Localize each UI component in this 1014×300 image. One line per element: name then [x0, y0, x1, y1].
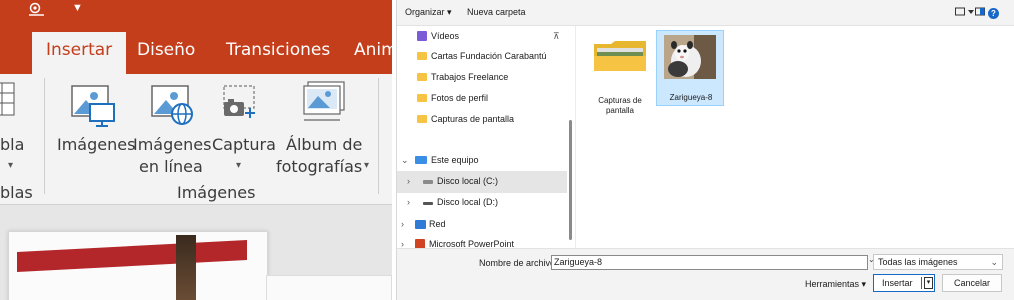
- table-button-label[interactable]: bla: [0, 134, 24, 156]
- nav-item-trabajos[interactable]: Trabajos Freelance: [397, 67, 567, 89]
- nav-item-capturas[interactable]: Capturas de pantalla: [397, 109, 567, 131]
- network-icon: [415, 220, 426, 229]
- nav-item-videos[interactable]: Vídeos ⊼: [397, 26, 567, 48]
- split-divider: [921, 277, 922, 289]
- insert-picture-dialog: Organizar ▾ Nueva carpeta ? Vídeos ⊼ Car…: [396, 0, 1014, 300]
- folder-icon: [417, 52, 427, 60]
- nav-item-label: Este equipo: [431, 155, 479, 165]
- quick-access-caret-icon[interactable]: ▼: [72, 2, 83, 14]
- tab-animaciones[interactable]: Anim: [354, 40, 392, 60]
- file-type-value: Todas las imágenes: [878, 257, 958, 267]
- tab-transiciones[interactable]: Transiciones: [226, 40, 330, 60]
- help-icon[interactable]: ?: [988, 8, 999, 19]
- online-pictures-label-line2[interactable]: en línea: [139, 156, 203, 178]
- photo-album-label-line2[interactable]: fotografías: [276, 156, 362, 178]
- group-divider: [44, 78, 45, 194]
- folder-icon: [417, 73, 427, 81]
- nav-item-este-equipo[interactable]: ⌄ Este equipo: [397, 150, 567, 172]
- file-name-input[interactable]: Zarigueya-8: [551, 255, 868, 270]
- nav-item-label: Capturas de pantalla: [431, 114, 515, 124]
- file-view: Capturas de pantalla Zarigueya-8: [575, 26, 1014, 248]
- table-caret-icon[interactable]: ▾: [8, 160, 13, 171]
- nav-item-label: Microsoft PowerPoint: [429, 239, 515, 248]
- nav-item-label: Disco local (C:): [437, 176, 499, 186]
- photo-album-caret-icon[interactable]: ▾: [364, 160, 369, 171]
- folder-icon: [593, 40, 647, 77]
- new-folder-button[interactable]: Nueva carpeta: [467, 7, 526, 17]
- preview-pane-icon[interactable]: [975, 7, 985, 20]
- screenshot-caret-icon[interactable]: ▾: [236, 160, 241, 171]
- pin-icon: ⊼: [553, 31, 560, 41]
- tools-button[interactable]: Herramientas ▾: [805, 279, 866, 290]
- chevron-right-icon[interactable]: ›: [401, 239, 404, 248]
- tables-group-label: blas: [0, 183, 33, 202]
- powerpoint-window: ▼ Insertar Diseño Transiciones Anim bla …: [0, 0, 392, 300]
- dialog-footer: Nombre de archivo: Zarigueya-8 ⌄ Todas l…: [397, 248, 1014, 300]
- videos-icon: [417, 31, 427, 41]
- file-name-label: Nombre de archivo:: [479, 258, 558, 268]
- nav-item-label: Disco local (D:): [437, 197, 499, 207]
- organize-button[interactable]: Organizar ▾: [405, 7, 452, 18]
- drive-c-icon: [423, 180, 433, 184]
- table-icon[interactable]: [0, 82, 16, 123]
- insert-button[interactable]: Insertar ▾: [873, 274, 935, 292]
- nav-item-disco-c[interactable]: › Disco local (C:): [397, 171, 567, 193]
- photo-album-label-line1[interactable]: Álbum de: [286, 134, 362, 156]
- nav-item-fotos[interactable]: Fotos de perfil: [397, 88, 567, 110]
- chevron-down-icon[interactable]: ⌄: [401, 155, 409, 166]
- drive-d-icon: [423, 202, 433, 205]
- screenshot-icon[interactable]: [220, 84, 262, 129]
- possum-thumbnail: [664, 35, 716, 84]
- file-type-select[interactable]: Todas las imágenes ⌄: [873, 254, 1003, 270]
- insert-options-caret-icon[interactable]: ▾: [924, 277, 933, 289]
- view-options-icon[interactable]: [955, 7, 975, 20]
- powerpoint-icon: [415, 239, 425, 248]
- file-name: Capturas de pantalla: [598, 96, 642, 115]
- nav-item-powerpoint[interactable]: › Microsoft PowerPoint: [397, 234, 567, 248]
- dialog-toolbar: Organizar ▾ Nueva carpeta ?: [397, 0, 1014, 26]
- chevron-right-icon[interactable]: ›: [401, 219, 404, 229]
- insert-button-label: Insertar: [882, 278, 913, 288]
- nav-item-label: Red: [429, 219, 446, 229]
- group-divider: [378, 78, 379, 194]
- chevron-right-icon[interactable]: ›: [407, 197, 410, 207]
- file-tile-capturas[interactable]: Capturas de pantalla: [586, 30, 654, 115]
- images-group-label: Imágenes: [177, 183, 256, 202]
- scrollbar-thumb[interactable]: [569, 120, 572, 240]
- slide-photo: [176, 235, 196, 300]
- photo-album-icon[interactable]: [300, 80, 348, 131]
- picture-monitor-icon[interactable]: [70, 80, 118, 133]
- nav-item-cartas[interactable]: Cartas Fundación Carabantú: [397, 46, 567, 68]
- this-pc-icon: [415, 156, 427, 164]
- present-from-camera-icon[interactable]: [28, 2, 46, 19]
- nav-item-label: Cartas Fundación Carabantú: [431, 51, 547, 61]
- tab-diseno[interactable]: Diseño: [137, 40, 195, 60]
- file-tile-zarigueya[interactable]: Zarigueya-8: [656, 30, 724, 106]
- nav-item-label: Vídeos: [431, 31, 460, 41]
- slide-thumbnail[interactable]: [8, 231, 268, 300]
- nav-item-label: Trabajos Freelance: [431, 72, 509, 82]
- pictures-button-label[interactable]: Imágenes: [57, 134, 135, 156]
- online-pictures-label-line1[interactable]: Imágenes: [133, 134, 211, 156]
- folder-icon: [417, 115, 427, 123]
- online-pictures-icon[interactable]: [150, 80, 198, 133]
- nav-item-red[interactable]: › Red: [397, 214, 567, 236]
- cancel-button[interactable]: Cancelar: [942, 274, 1002, 292]
- ribbon-insert: bla ▾ blas Imágenes Imágenes en línea Ca…: [0, 74, 392, 204]
- slide-red-stripe: [17, 239, 247, 273]
- file-name: Zarigueya-8: [669, 93, 713, 102]
- screenshot-button-label[interactable]: Captura: [212, 134, 276, 156]
- folder-icon: [417, 94, 427, 102]
- navigation-pane: Vídeos ⊼ Cartas Fundación Carabantú Trab…: [397, 26, 567, 248]
- slide-workspace: [0, 204, 392, 300]
- chevron-down-icon: ⌄: [990, 257, 998, 267]
- nav-item-disco-d[interactable]: › Disco local (D:): [397, 192, 567, 214]
- tab-insertar[interactable]: Insertar: [32, 32, 127, 74]
- nav-item-label: Fotos de perfil: [431, 93, 489, 103]
- slide-card: [266, 275, 392, 300]
- nav-scrollbar[interactable]: [567, 26, 575, 248]
- chevron-right-icon[interactable]: ›: [407, 176, 410, 186]
